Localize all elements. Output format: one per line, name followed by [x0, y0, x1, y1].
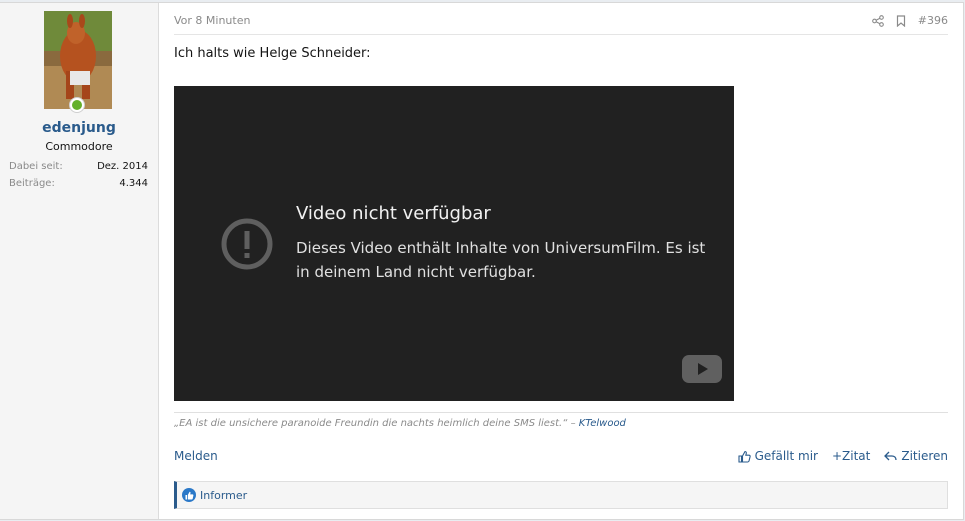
signature-author-link[interactable]: KTelwood	[579, 418, 626, 429]
reply-arrow-icon	[884, 451, 898, 461]
post-meta: Vor 8 Minuten #396	[174, 14, 948, 30]
post-main: Vor 8 Minuten #396 Ich halts wie Helge S…	[159, 3, 963, 519]
like-label: Gefällt mir	[754, 449, 818, 463]
user-info-panel: edenjung Commodore Dabei seit: Dez. 2014…	[0, 3, 159, 519]
stat-value: 4.344	[119, 178, 148, 189]
signature-divider	[174, 412, 948, 413]
post-text: Ich halts wie Helge Schneider:	[174, 46, 371, 61]
like-button[interactable]: Gefällt mir	[738, 449, 818, 463]
stat-label: Beiträge:	[9, 178, 55, 189]
avatar[interactable]	[44, 11, 112, 113]
post-actions: Melden Gefällt mir +Zitat Zitieren	[174, 449, 948, 467]
thumbs-up-icon	[738, 450, 751, 463]
bookmark-icon[interactable]	[896, 14, 906, 27]
user-title: Commodore	[45, 140, 113, 153]
youtube-play-icon[interactable]	[682, 355, 722, 383]
share-icon[interactable]	[871, 14, 884, 27]
stat-value: Dez. 2014	[97, 161, 148, 172]
reply-button[interactable]: Zitieren	[884, 449, 948, 463]
reaction-users-link[interactable]: Informer	[200, 489, 247, 502]
reply-label: Zitieren	[901, 449, 948, 463]
video-error-message: Dieses Video enthält Inhalte von Univers…	[296, 239, 706, 281]
video-error-title: Video nicht verfügbar	[296, 203, 491, 224]
stat-label: Dabei seit:	[9, 161, 63, 172]
stat-joined: Dabei seit: Dez. 2014	[9, 161, 148, 172]
exclamation-icon	[221, 218, 273, 270]
divider	[174, 34, 948, 35]
avatar-image	[44, 11, 112, 109]
signature-quote: „EA ist die unsichere paranoide Freundin…	[174, 418, 579, 429]
like-reaction-icon	[182, 488, 196, 502]
post-number-link[interactable]: #396	[918, 14, 948, 27]
username-link[interactable]: edenjung	[0, 120, 158, 136]
stat-posts: Beiträge: 4.344	[9, 178, 148, 189]
post-actions-right: Gefällt mir +Zitat Zitieren	[738, 449, 948, 463]
signature: „EA ist die unsichere paranoide Freundin…	[174, 418, 626, 429]
online-status-icon	[69, 97, 85, 113]
multi-quote-button[interactable]: +Zitat	[832, 449, 870, 463]
post-container: edenjung Commodore Dabei seit: Dez. 2014…	[0, 2, 964, 520]
report-button[interactable]: Melden	[174, 449, 218, 463]
video-embed[interactable]: Video nicht verfügbar Dieses Video enthä…	[174, 86, 734, 401]
reactions-bar: Informer	[174, 481, 948, 509]
post-timestamp[interactable]: Vor 8 Minuten	[174, 14, 250, 27]
post-tools: #396	[871, 14, 948, 27]
